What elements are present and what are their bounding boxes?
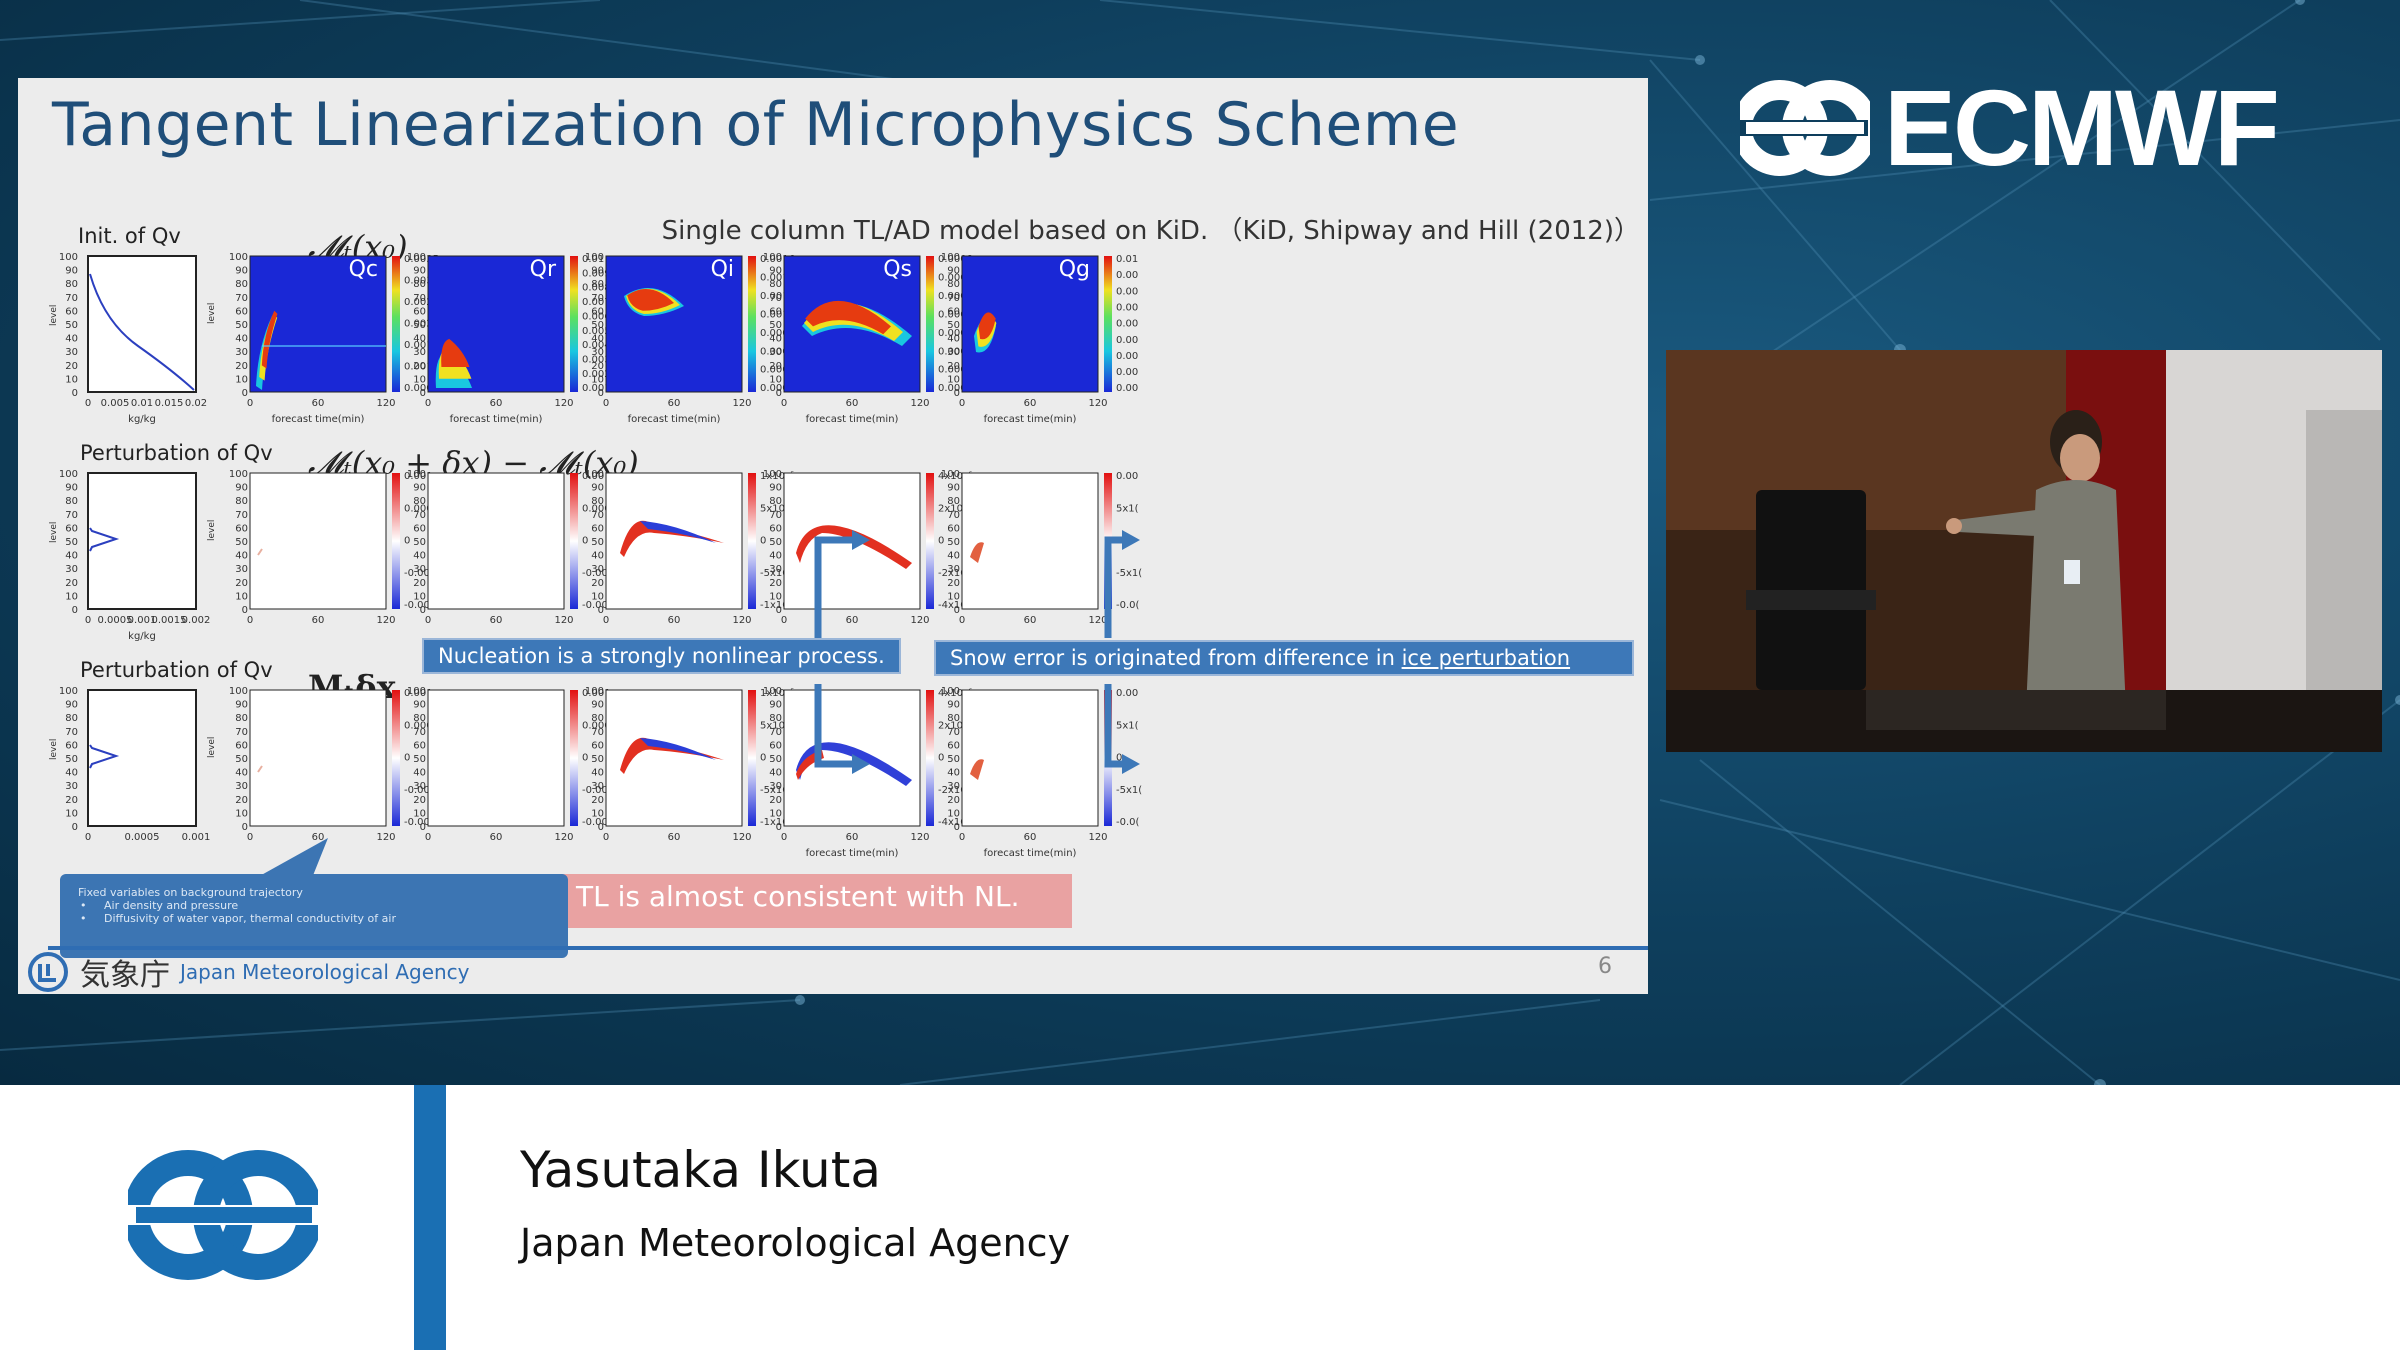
note-item: Air density and pressure: [78, 899, 550, 912]
note-heading: Fixed variables on background trajectory: [78, 886, 303, 899]
ecmwf-wordmark: ECMWF: [1884, 67, 2280, 188]
speaker-video: [1666, 350, 2382, 752]
ecmwf-logo: ECMWF: [1740, 74, 2300, 182]
ecmwf-emblem-icon: [1740, 80, 1870, 176]
lower-third-stripe: [414, 1085, 446, 1350]
speaker-video-frame: [1666, 350, 2382, 752]
note-item: Diffusivity of water vapor, thermal cond…: [78, 912, 550, 925]
jma-kanji: 気象庁: [80, 958, 170, 993]
jma-logo-icon: [28, 952, 68, 992]
speaker-affiliation: Japan Meteorological Agency: [520, 1221, 1071, 1265]
page-number: 6: [1598, 954, 1612, 979]
lower-third: Yasutaka Ikuta Japan Meteorological Agen…: [0, 1085, 2400, 1350]
presentation-slide: Tangent Linearization of Microphysics Sc…: [18, 78, 1648, 994]
jma-name: Japan Meteorological Agency: [180, 960, 470, 984]
speaker-name: Yasutaka Ikuta: [520, 1141, 881, 1199]
slide-footer-org: 気象庁 Japan Meteorological Agency: [26, 950, 470, 994]
tl-consistent-label: TL is almost consistent with NL.: [562, 874, 1072, 928]
ecmwf-emblem-icon: [128, 1150, 318, 1280]
